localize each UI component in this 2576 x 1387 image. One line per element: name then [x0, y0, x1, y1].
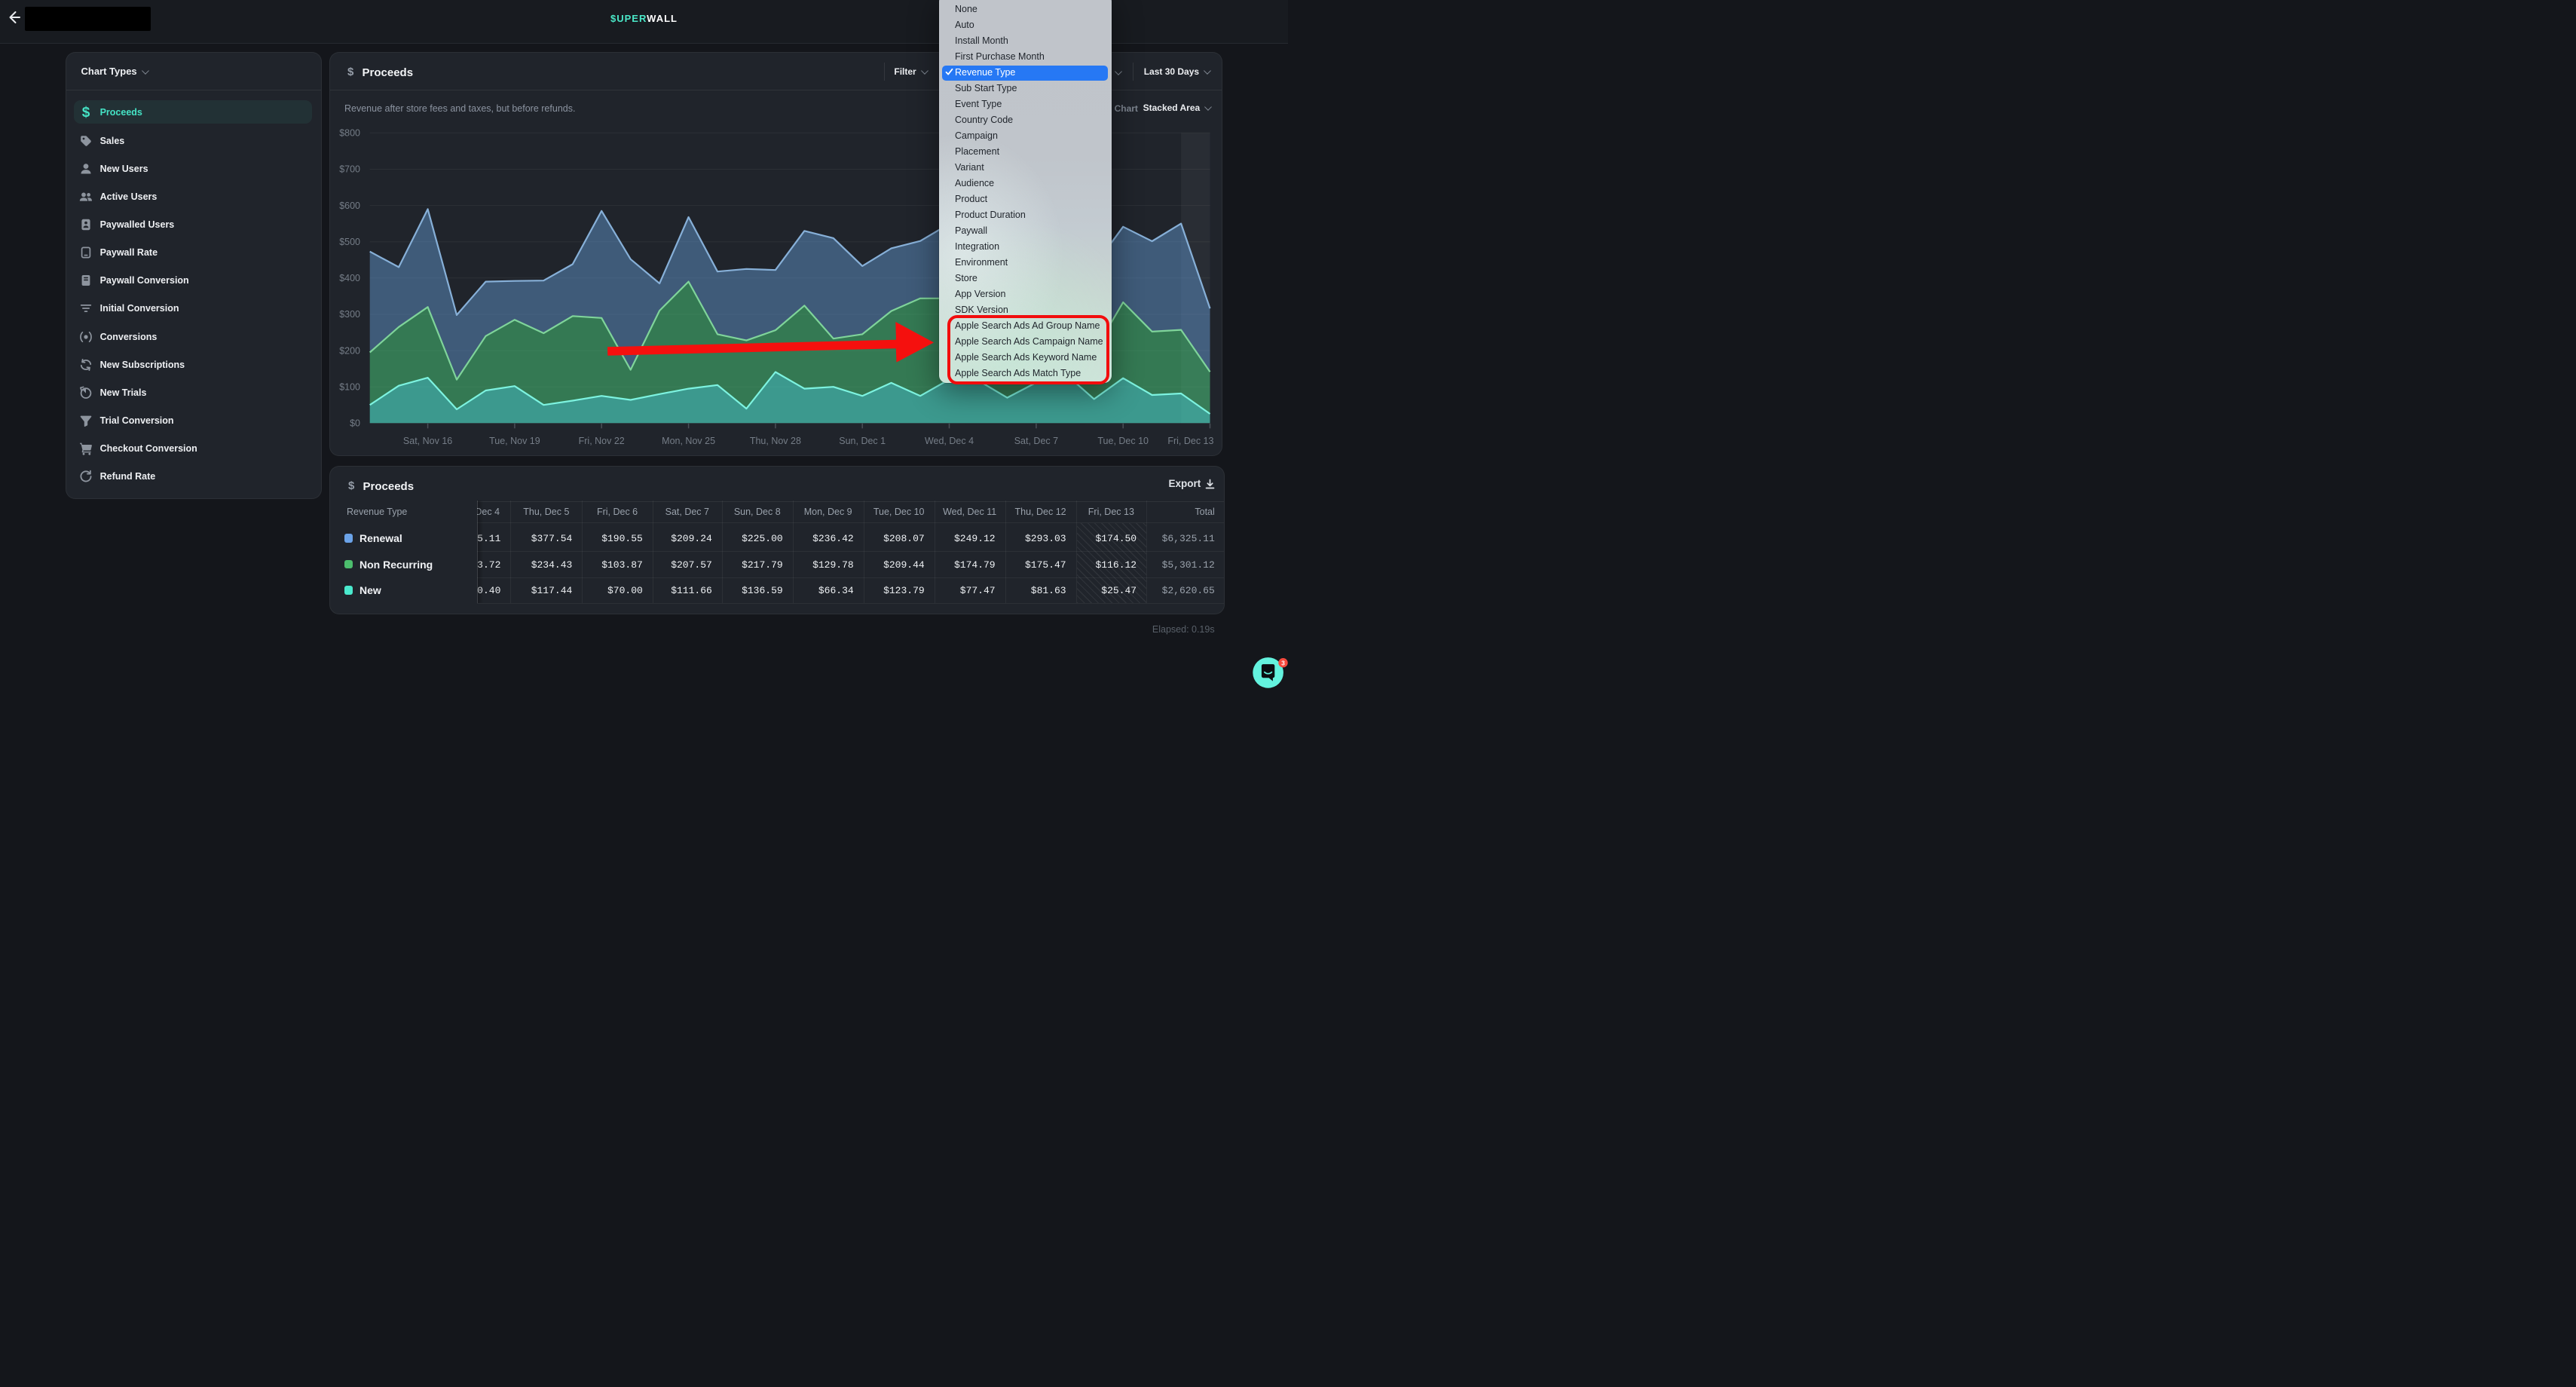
svg-text:3: 3 — [1281, 659, 1285, 666]
svg-text:Tue, Nov 19: Tue, Nov 19 — [489, 436, 540, 446]
svg-text:$100: $100 — [339, 381, 360, 392]
svg-text:Sat, Nov 16: Sat, Nov 16 — [402, 436, 451, 446]
svg-text:$500: $500 — [339, 237, 360, 247]
svg-text:Fri, Nov 22: Fri, Nov 22 — [578, 436, 624, 446]
svg-text:Sat, Dec 7: Sat, Dec 7 — [1014, 436, 1057, 446]
svg-text:$0: $0 — [350, 418, 360, 429]
svg-text:Wed, Dec 4: Wed, Dec 4 — [924, 436, 973, 446]
svg-text:Fri, Dec 13: Fri, Dec 13 — [1167, 436, 1213, 446]
svg-text:Thu, Nov 28: Thu, Nov 28 — [749, 436, 800, 446]
svg-text:$600: $600 — [339, 201, 360, 211]
svg-text:Mon, Nov 25: Mon, Nov 25 — [662, 436, 715, 446]
svg-text:$300: $300 — [339, 309, 360, 320]
svg-text:$400: $400 — [339, 273, 360, 283]
svg-text:Tue, Dec 10: Tue, Dec 10 — [1097, 436, 1149, 446]
svg-text:$700: $700 — [339, 164, 360, 175]
svg-text:Sun, Dec 1: Sun, Dec 1 — [839, 436, 886, 446]
svg-text:$: $ — [82, 106, 90, 119]
svg-text:$200: $200 — [339, 345, 360, 356]
svg-text:$800: $800 — [339, 128, 360, 139]
